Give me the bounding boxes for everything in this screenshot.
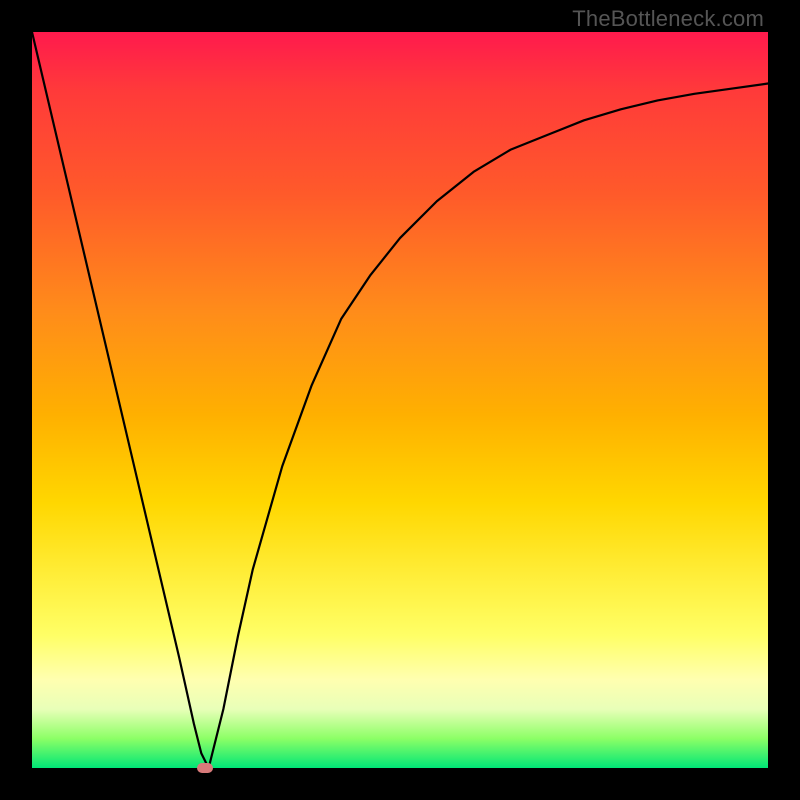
plot-area — [32, 32, 768, 768]
watermark-text: TheBottleneck.com — [572, 6, 764, 32]
bottleneck-curve — [32, 32, 768, 768]
optimal-point-marker — [197, 763, 213, 773]
chart-frame: TheBottleneck.com — [0, 0, 800, 800]
